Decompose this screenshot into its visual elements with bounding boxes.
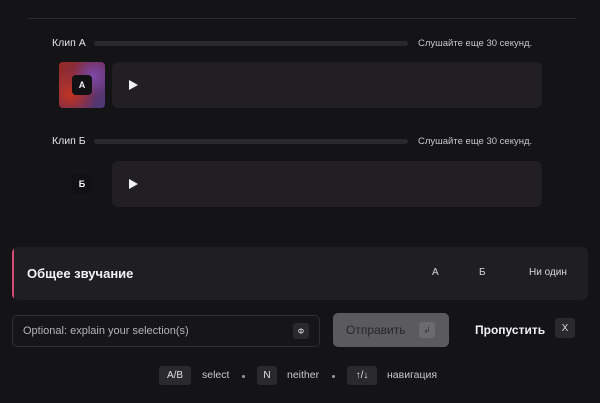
explain-shortcut-key: Ф <box>293 323 309 339</box>
top-divider <box>28 18 576 19</box>
hint-key-nav: ↑/↓ <box>347 366 377 385</box>
clip-b-status: Слушайте еще 30 секунд. <box>418 135 533 147</box>
question-title: Общее звучание <box>27 266 134 281</box>
clip-a-status: Слушайте еще 30 секунд. <box>418 37 533 49</box>
submit-label: Отправить <box>346 323 406 337</box>
clip-a-thumbnail: A <box>59 62 105 108</box>
option-neither[interactable]: Ни один <box>529 267 567 278</box>
play-icon <box>128 80 138 90</box>
explain-field[interactable]: Ф <box>12 315 320 347</box>
question-card: Общее звучание A Б Ни один <box>12 247 588 300</box>
hint-key-ab: A/B <box>159 366 191 385</box>
clip-a-progress-bar[interactable] <box>94 41 408 46</box>
explain-input[interactable] <box>23 316 283 346</box>
option-b[interactable]: Б <box>479 267 486 278</box>
question-accent-bar <box>12 247 14 300</box>
clip-a-header: Клип A Слушайте еще 30 секунд. <box>52 36 542 50</box>
clip-a-player[interactable] <box>112 62 542 108</box>
clip-a-play-button[interactable] <box>126 78 140 92</box>
clip-b-badge: Б <box>72 174 92 194</box>
hint-separator <box>332 375 335 378</box>
play-icon <box>128 179 138 189</box>
skip-shortcut-key[interactable]: X <box>555 318 575 338</box>
clip-b-player[interactable] <box>112 161 542 207</box>
clip-b-header: Клип Б Слушайте еще 30 секунд. <box>52 134 542 148</box>
clip-b-play-button[interactable] <box>126 177 140 191</box>
hint-text-neither: neither <box>287 369 320 381</box>
clip-b-thumbnail: Б <box>59 161 105 207</box>
option-a[interactable]: A <box>432 267 439 278</box>
hint-key-n: N <box>257 366 277 385</box>
submit-button[interactable]: Отправить ↲ <box>333 313 449 347</box>
clip-a-label: Клип A <box>52 37 86 49</box>
hint-separator <box>242 375 245 378</box>
hint-text-navigation: навигация <box>387 369 438 381</box>
clip-b-label: Клип Б <box>52 135 86 147</box>
clip-b-progress-bar[interactable] <box>94 139 408 144</box>
hint-text-select: select <box>202 369 230 381</box>
keyboard-hints: A/B select N neither ↑/↓ навигация <box>0 366 600 386</box>
skip-button[interactable]: Пропустить <box>475 323 545 337</box>
clip-a-badge: A <box>72 75 92 95</box>
enter-key-icon: ↲ <box>419 322 435 338</box>
